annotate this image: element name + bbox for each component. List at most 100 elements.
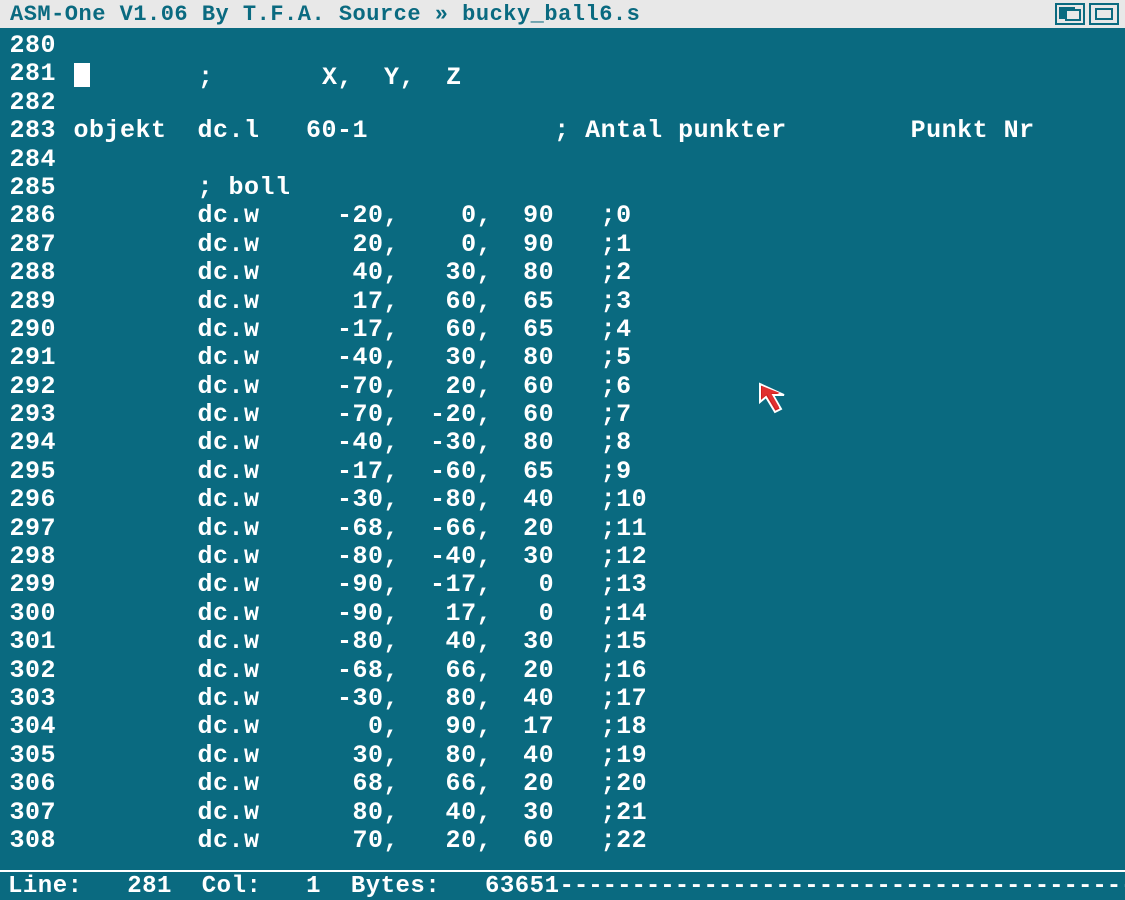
line-text: dc.w -40, -30, 80 ;8 [56, 429, 632, 457]
line-number: 284 [4, 146, 56, 174]
line-text [56, 89, 74, 117]
line-number: 290 [4, 316, 56, 344]
line-number: 307 [4, 799, 56, 827]
code-line[interactable]: 293 dc.w -70, -20, 60 ;7 [4, 401, 1125, 429]
line-number: 294 [4, 429, 56, 457]
line-text: dc.w -17, 60, 65 ;4 [56, 316, 632, 344]
zoom-gadget-icon[interactable] [1089, 3, 1119, 25]
line-text: dc.w 70, 20, 60 ;22 [56, 827, 647, 855]
line-text: dc.w 20, 0, 90 ;1 [56, 231, 632, 259]
status-col-label: Col: [202, 873, 262, 900]
line-text: dc.w -68, 66, 20 ;16 [56, 657, 647, 685]
line-text: dc.w 30, 80, 40 ;19 [56, 742, 647, 770]
code-line[interactable]: 303 dc.w -30, 80, 40 ;17 [4, 685, 1125, 713]
code-line[interactable]: 294 dc.w -40, -30, 80 ;8 [4, 429, 1125, 457]
code-line[interactable]: 290 dc.w -17, 60, 65 ;4 [4, 316, 1125, 344]
status-col-value: 1 [306, 873, 321, 900]
editor-area[interactable]: 280 281 ; X, Y, Z282 283 objekt dc.l 60-… [0, 30, 1125, 870]
line-text: dc.w 17, 60, 65 ;3 [56, 288, 632, 316]
line-number: 295 [4, 458, 56, 486]
line-number: 296 [4, 486, 56, 514]
line-number: 281 [4, 60, 56, 88]
line-text: dc.w -40, 30, 80 ;5 [56, 344, 632, 372]
code-line[interactable]: 281 ; X, Y, Z [4, 60, 1125, 88]
code-line[interactable]: 305 dc.w 30, 80, 40 ;19 [4, 742, 1125, 770]
code-line[interactable]: 291 dc.w -40, 30, 80 ;5 [4, 344, 1125, 372]
line-text: dc.w -68, -66, 20 ;11 [56, 515, 647, 543]
code-line[interactable]: 284 [4, 146, 1125, 174]
line-number: 285 [4, 174, 56, 202]
line-text: dc.w -30, 80, 40 ;17 [56, 685, 647, 713]
status-line-value: 281 [127, 873, 172, 900]
title-bar[interactable]: ASM-One V1.06 By T.F.A. Source » bucky_b… [0, 0, 1125, 30]
line-text: dc.w -20, 0, 90 ;0 [56, 202, 632, 230]
line-text: objekt dc.l 60-1 ; Antal punkter Punkt N… [56, 117, 1035, 145]
line-text: dc.w -90, -17, 0 ;13 [56, 571, 647, 599]
title-gadgets [1055, 3, 1119, 25]
line-number: 282 [4, 89, 56, 117]
code-line[interactable]: 299 dc.w -90, -17, 0 ;13 [4, 571, 1125, 599]
status-bytes-label: Bytes: [351, 873, 440, 900]
code-line[interactable]: 301 dc.w -80, 40, 30 ;15 [4, 628, 1125, 656]
code-line[interactable]: 283 objekt dc.l 60-1 ; Antal punkter Pun… [4, 117, 1125, 145]
line-text: dc.w 40, 30, 80 ;2 [56, 259, 632, 287]
status-bytes-value: 63651 [485, 873, 560, 900]
code-line[interactable]: 308 dc.w 70, 20, 60 ;22 [4, 827, 1125, 855]
code-line[interactable]: 286 dc.w -20, 0, 90 ;0 [4, 202, 1125, 230]
code-line[interactable]: 300 dc.w -90, 17, 0 ;14 [4, 600, 1125, 628]
line-number: 305 [4, 742, 56, 770]
window-title: ASM-One V1.06 By T.F.A. Source » bucky_b… [10, 2, 1055, 27]
line-text [56, 146, 74, 174]
code-line[interactable]: 297 dc.w -68, -66, 20 ;11 [4, 515, 1125, 543]
code-line[interactable]: 280 [4, 32, 1125, 60]
line-text: ; X, Y, Z [56, 60, 462, 88]
line-number: 287 [4, 231, 56, 259]
line-number: 299 [4, 571, 56, 599]
code-line[interactable]: 289 dc.w 17, 60, 65 ;3 [4, 288, 1125, 316]
line-number: 293 [4, 401, 56, 429]
status-line-label: Line: [8, 873, 83, 900]
line-number: 304 [4, 713, 56, 741]
line-number: 292 [4, 373, 56, 401]
line-number: 288 [4, 259, 56, 287]
line-number: 298 [4, 543, 56, 571]
line-text: dc.w -17, -60, 65 ;9 [56, 458, 632, 486]
line-number: 300 [4, 600, 56, 628]
line-text: ; boll [56, 174, 291, 202]
line-number: 301 [4, 628, 56, 656]
line-number: 306 [4, 770, 56, 798]
line-number: 302 [4, 657, 56, 685]
code-line[interactable]: 298 dc.w -80, -40, 30 ;12 [4, 543, 1125, 571]
line-text: dc.w 68, 66, 20 ;20 [56, 770, 647, 798]
line-number: 283 [4, 117, 56, 145]
code-line[interactable]: 282 [4, 89, 1125, 117]
line-number: 297 [4, 515, 56, 543]
line-number: 303 [4, 685, 56, 713]
line-text: dc.w -80, 40, 30 ;15 [56, 628, 647, 656]
code-line[interactable]: 307 dc.w 80, 40, 30 ;21 [4, 799, 1125, 827]
code-line[interactable]: 287 dc.w 20, 0, 90 ;1 [4, 231, 1125, 259]
line-text: dc.w -70, 20, 60 ;6 [56, 373, 632, 401]
app-window: ASM-One V1.06 By T.F.A. Source » bucky_b… [0, 0, 1125, 900]
code-line[interactable]: 304 dc.w 0, 90, 17 ;18 [4, 713, 1125, 741]
line-number: 291 [4, 344, 56, 372]
status-dashes: ----------------------------------------… [559, 873, 1125, 900]
line-number: 308 [4, 827, 56, 855]
line-text: dc.w -70, -20, 60 ;7 [56, 401, 632, 429]
line-text: dc.w 80, 40, 30 ;21 [56, 799, 647, 827]
line-number: 289 [4, 288, 56, 316]
code-line[interactable]: 296 dc.w -30, -80, 40 ;10 [4, 486, 1125, 514]
code-line[interactable]: 295 dc.w -17, -60, 65 ;9 [4, 458, 1125, 486]
code-line[interactable]: 285 ; boll [4, 174, 1125, 202]
line-text: dc.w -80, -40, 30 ;12 [56, 543, 647, 571]
code-line[interactable]: 302 dc.w -68, 66, 20 ;16 [4, 657, 1125, 685]
line-text: dc.w -30, -80, 40 ;10 [56, 486, 647, 514]
line-number: 286 [4, 202, 56, 230]
code-line[interactable]: 292 dc.w -70, 20, 60 ;6 [4, 373, 1125, 401]
text-cursor [74, 63, 90, 87]
status-bar: Line: 281 Col: 1 Bytes: 63651 ----------… [0, 870, 1125, 900]
code-line[interactable]: 288 dc.w 40, 30, 80 ;2 [4, 259, 1125, 287]
depth-gadget-icon[interactable] [1055, 3, 1085, 25]
line-text: dc.w 0, 90, 17 ;18 [56, 713, 647, 741]
code-line[interactable]: 306 dc.w 68, 66, 20 ;20 [4, 770, 1125, 798]
